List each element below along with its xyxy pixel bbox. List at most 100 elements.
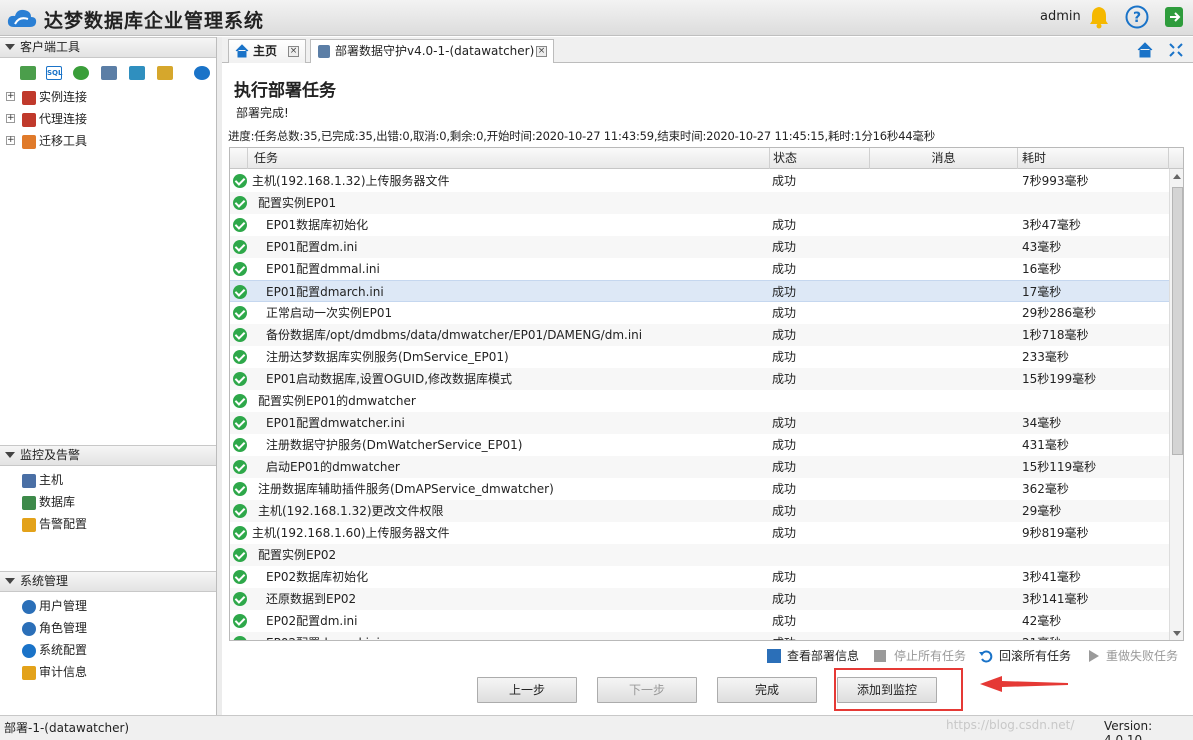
table-row[interactable]: EP01启动数据库,设置OGUID,修改数据库模式 成功 15秒199毫秒: [230, 368, 1169, 390]
time-cell: 9秒819毫秒: [1022, 526, 1089, 540]
table-row[interactable]: EP01配置dmwatcher.ini 成功 34毫秒: [230, 412, 1169, 434]
tree-item-migrate[interactable]: + 迁移工具: [0, 131, 216, 151]
scroll-down-icon[interactable]: [1173, 631, 1181, 636]
task-cell: 正常启动一次实例EP01: [266, 306, 393, 320]
task-cell: 主机(192.168.1.60)上传服务器文件: [252, 526, 450, 540]
sql-tool-icon[interactable]: SQL: [46, 66, 62, 80]
sidebar: 客户端工具 SQL + 实例连接 + 代理连接 + 迁移工具 监控及告警 主机 …: [0, 37, 217, 715]
success-check-icon: [233, 328, 247, 342]
tree-item-database[interactable]: 数据库: [22, 492, 75, 512]
tree-item-system-config[interactable]: 系统配置: [22, 640, 87, 660]
tree-item-alarm-config[interactable]: 告警配置: [22, 514, 87, 534]
next-step-button[interactable]: 下一步: [597, 677, 697, 703]
success-check-icon: [233, 548, 247, 562]
table-row[interactable]: EP02数据库初始化 成功 3秒41毫秒: [230, 566, 1169, 588]
table-row[interactable]: 主机(192.168.1.60)上传服务器文件 成功 9秒819毫秒: [230, 522, 1169, 544]
table-row[interactable]: EP01配置dmarch.ini 成功 17毫秒: [230, 280, 1169, 302]
table-row[interactable]: 注册达梦数据库实例服务(DmService_EP01) 成功 233毫秒: [230, 346, 1169, 368]
export-tool-icon[interactable]: [157, 66, 173, 80]
task-cell: 主机(192.168.1.32)更改文件权限: [258, 504, 444, 518]
expand-icon[interactable]: +: [6, 136, 15, 145]
collapse-arrow-icon[interactable]: [5, 578, 15, 584]
table-row[interactable]: EP01配置dmmal.ini 成功 16毫秒: [230, 258, 1169, 280]
table-row[interactable]: 配置实例EP01: [230, 192, 1169, 214]
view-deploy-info-button[interactable]: 查看部署信息: [767, 647, 859, 665]
tree-item-roles[interactable]: 角色管理: [22, 618, 87, 638]
db-tool-icon[interactable]: [101, 66, 117, 80]
success-check-icon: [233, 218, 247, 232]
expand-icon[interactable]: +: [6, 92, 15, 101]
help-icon[interactable]: ?: [1125, 5, 1149, 29]
success-check-icon: [233, 592, 247, 606]
time-cell: 34毫秒: [1022, 416, 1062, 430]
scroll-up-icon[interactable]: [1173, 174, 1181, 179]
prev-step-button[interactable]: 上一步: [477, 677, 577, 703]
tree-item-audit[interactable]: 审计信息: [22, 662, 87, 682]
transfer-tool-icon[interactable]: [129, 66, 145, 80]
table-row[interactable]: 主机(192.168.1.32)上传服务器文件 成功 7秒993毫秒: [230, 170, 1169, 192]
section-client-tools[interactable]: 客户端工具: [0, 37, 216, 58]
success-check-icon: [233, 394, 247, 408]
status-cell: 成功: [772, 614, 797, 628]
close-icon[interactable]: ×: [288, 46, 299, 57]
stop-all-button[interactable]: 停止所有任务: [874, 647, 966, 665]
tree-item-users[interactable]: 用户管理: [22, 596, 87, 616]
tab-deploy-datawatcher[interactable]: 部署数据守护v4.0-1-(datawatcher) ×: [310, 39, 554, 63]
table-row[interactable]: EP02配置dm.ini 成功 42毫秒: [230, 610, 1169, 632]
instance-tool-icon[interactable]: [20, 66, 36, 80]
username-label[interactable]: admin: [1040, 9, 1081, 24]
redo-failed-button[interactable]: 重做失败任务: [1086, 647, 1178, 665]
table-row[interactable]: 启动EP01的dmwatcher 成功 15秒119毫秒: [230, 456, 1169, 478]
scrollbar-thumb[interactable]: [1172, 187, 1183, 455]
table-row[interactable]: EP01数据库初始化 成功 3秒47毫秒: [230, 214, 1169, 236]
status-cell: 成功: [772, 526, 797, 540]
status-cell: 成功: [772, 240, 797, 254]
column-header-message[interactable]: 消息: [870, 148, 1018, 169]
debug-tool-icon[interactable]: [73, 66, 89, 80]
tree-item-host[interactable]: 主机: [22, 470, 63, 490]
tree-item-label: 数据库: [39, 495, 76, 509]
rollback-all-button[interactable]: 回滚所有任务: [979, 647, 1071, 665]
table-row[interactable]: 注册数据守护服务(DmWatcherService_EP01) 成功 431毫秒: [230, 434, 1169, 456]
status-cell: 成功: [772, 372, 797, 386]
section-monitor[interactable]: 监控及告警: [0, 445, 216, 466]
table-row[interactable]: EP02配置dmmal.ini 成功 21毫秒: [230, 632, 1169, 640]
home-nav-icon[interactable]: [1137, 42, 1153, 58]
tab-label: 部署数据守护v4.0-1-(datawatcher): [335, 44, 535, 58]
task-cell: EP02配置dmmal.ini: [266, 632, 380, 640]
tab-label: 主页: [253, 44, 278, 58]
table-row[interactable]: 还原数据到EP02 成功 3秒141毫秒: [230, 588, 1169, 610]
table-row[interactable]: 注册数据库辅助插件服务(DmAPService_dmwatcher) 成功 362毫…: [230, 478, 1169, 500]
status-cell: 成功: [772, 632, 796, 640]
column-header-time[interactable]: 耗时: [1018, 148, 1169, 169]
restore-icon[interactable]: [1168, 42, 1184, 58]
status-cell: 成功: [772, 438, 797, 452]
collapse-arrow-icon[interactable]: [5, 44, 15, 50]
finish-button[interactable]: 完成: [717, 677, 817, 703]
tree-item-instance[interactable]: + 实例连接: [0, 87, 216, 107]
time-cell: 3秒47毫秒: [1022, 218, 1081, 232]
section-system[interactable]: 系统管理: [0, 571, 216, 592]
vertical-scrollbar[interactable]: [1169, 169, 1183, 640]
bell-icon[interactable]: [1088, 5, 1110, 29]
task-grid: 任务 状态 消息 耗时 主机(192.168.1.32)上传服务器文件 成功 7秒9…: [229, 147, 1184, 641]
column-header-task[interactable]: 任务: [248, 148, 770, 169]
stop-icon: [874, 650, 886, 662]
table-row[interactable]: 正常启动一次实例EP01 成功 29秒286毫秒: [230, 302, 1169, 324]
settings-tool-icon[interactable]: [194, 66, 210, 80]
tab-home[interactable]: 主页 ×: [228, 39, 306, 63]
collapse-arrow-icon[interactable]: [5, 452, 15, 458]
proxy-icon: [22, 112, 36, 127]
tree-item-proxy[interactable]: + 代理连接: [0, 109, 216, 129]
column-header-status[interactable]: 状态: [770, 148, 870, 169]
table-row[interactable]: 配置实例EP02: [230, 544, 1169, 566]
table-row[interactable]: 备份数据库/opt/dmdbms/data/dmwatcher/EP01/DAM…: [230, 324, 1169, 346]
exit-icon[interactable]: [1163, 5, 1185, 29]
success-check-icon: [233, 262, 247, 276]
table-row[interactable]: 主机(192.168.1.32)更改文件权限 成功 29毫秒: [230, 500, 1169, 522]
close-icon[interactable]: ×: [536, 46, 547, 57]
table-row[interactable]: EP01配置dm.ini 成功 43毫秒: [230, 236, 1169, 258]
task-cell: 注册数据守护服务(DmWatcherService_EP01): [266, 438, 523, 452]
expand-icon[interactable]: +: [6, 114, 15, 123]
table-row[interactable]: 配置实例EP01的dmwatcher: [230, 390, 1169, 412]
